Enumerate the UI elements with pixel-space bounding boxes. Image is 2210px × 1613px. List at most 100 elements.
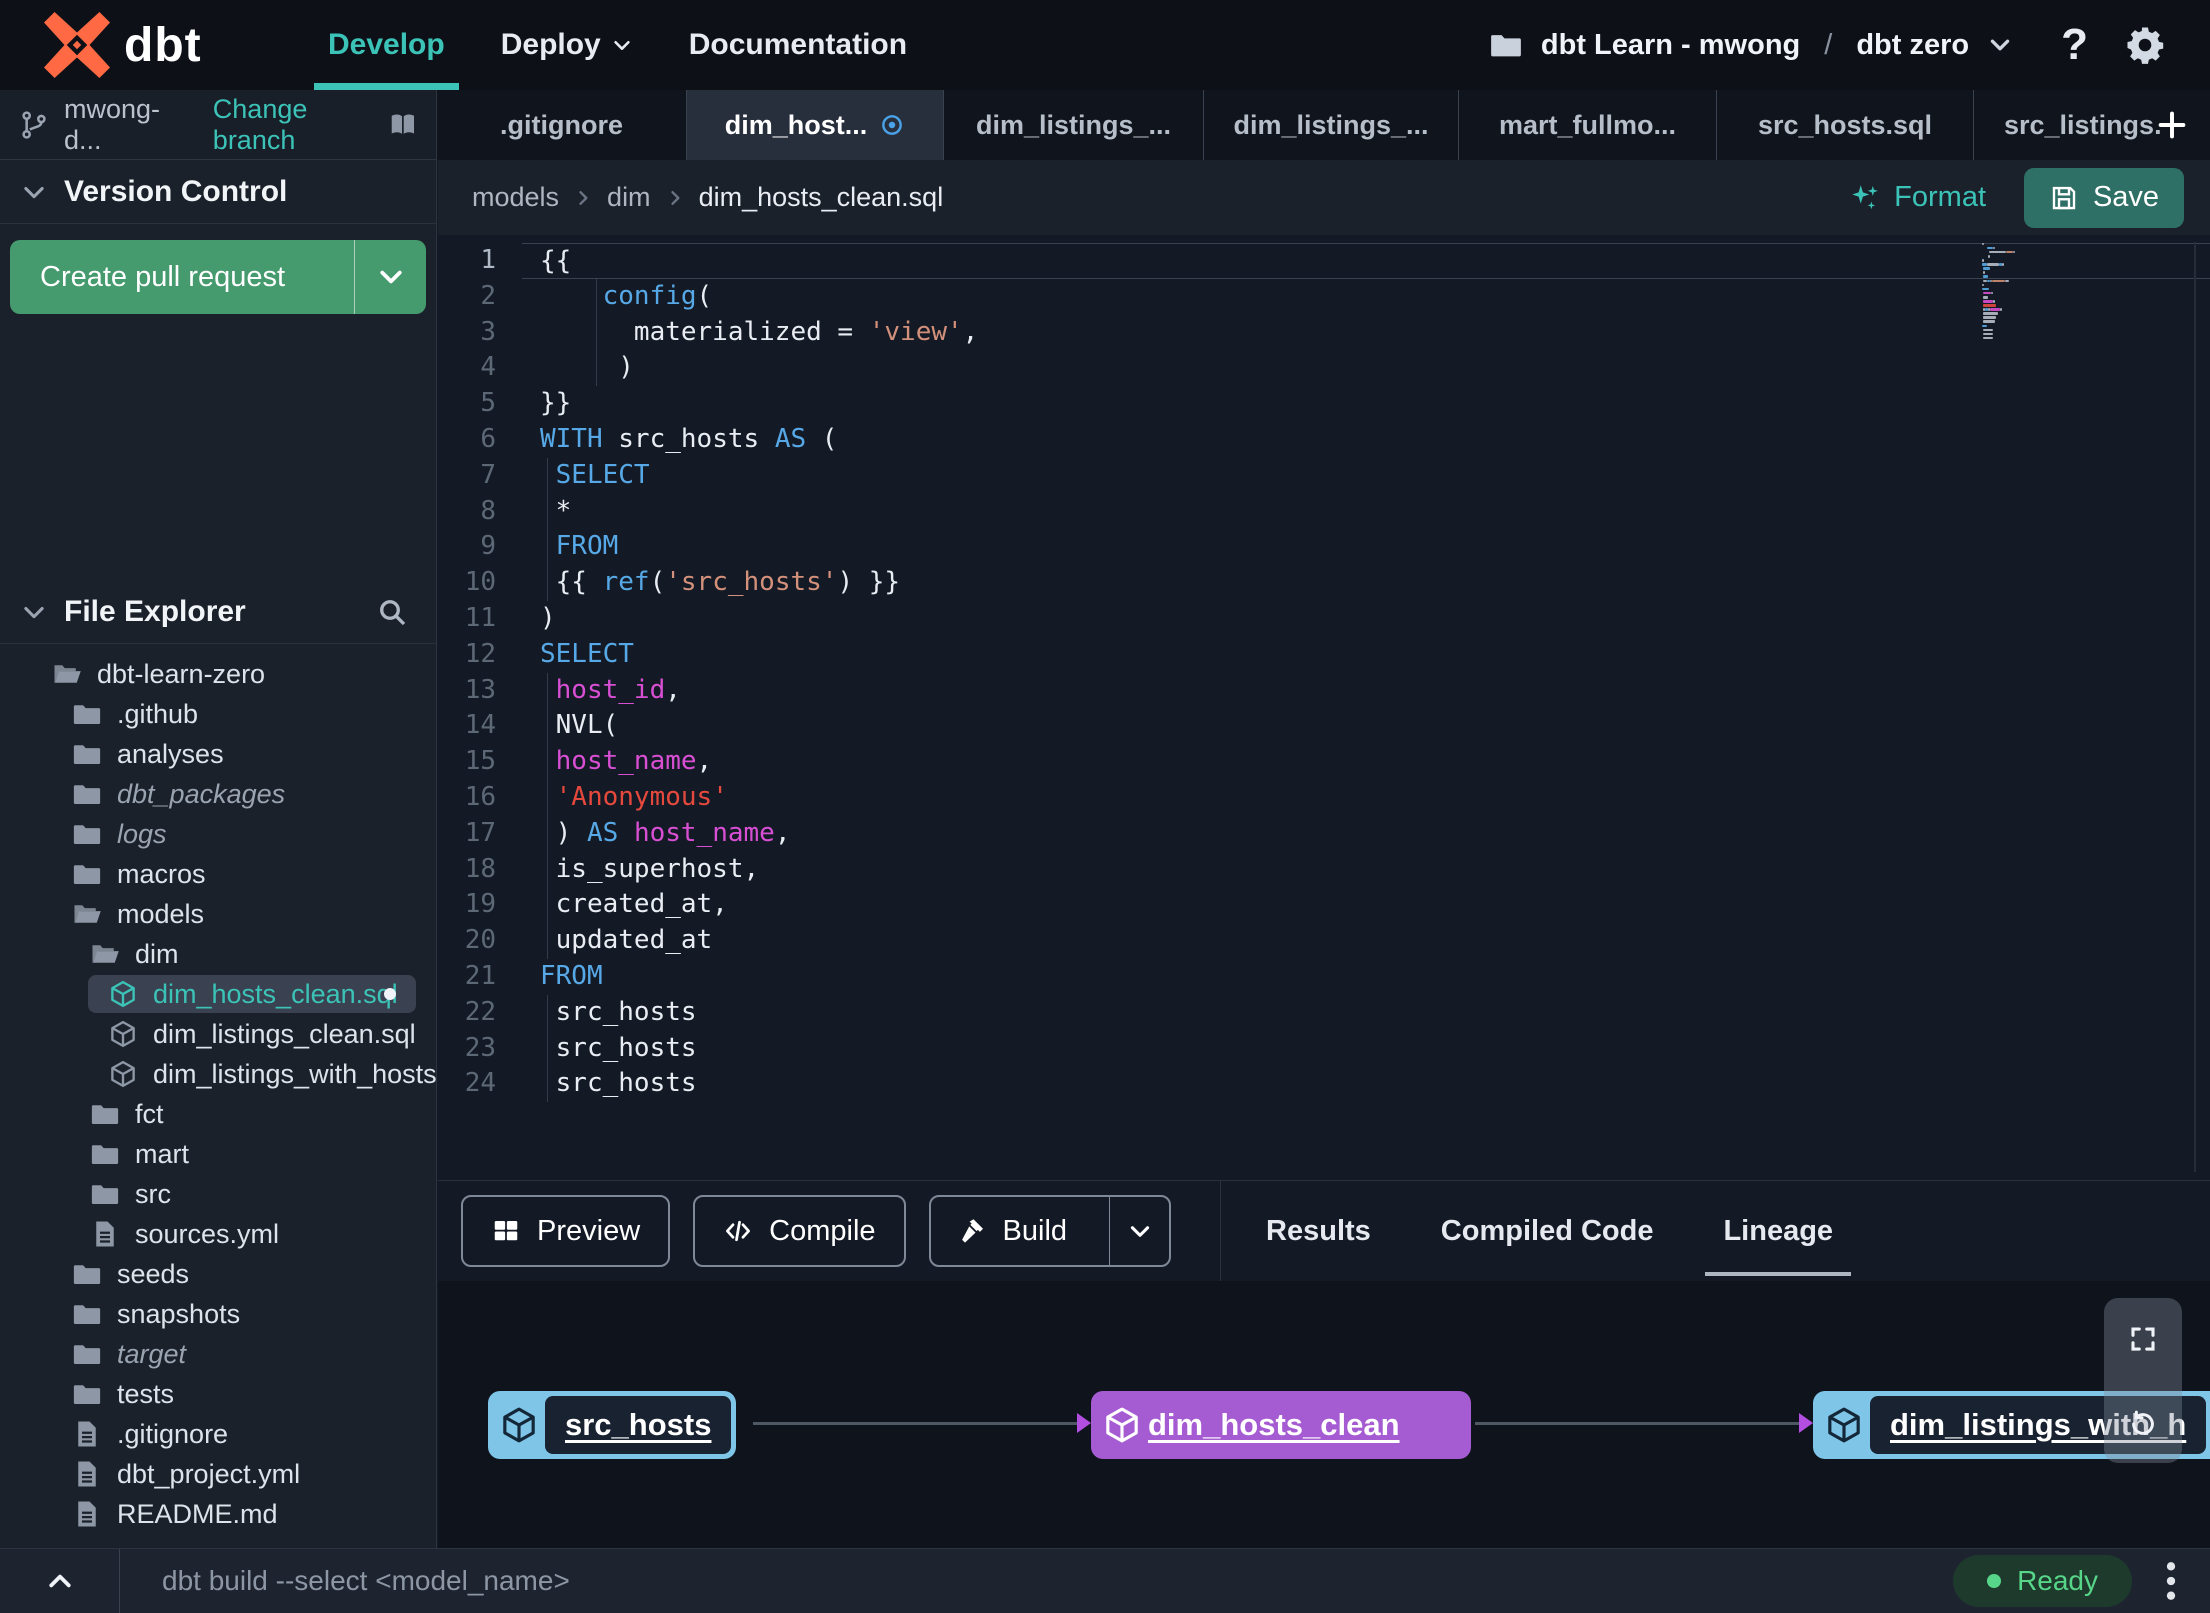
code-line-16[interactable]: 16 'Anonymous'	[438, 779, 2210, 816]
code-line-14[interactable]: 14 NVL(	[438, 708, 2210, 745]
tree-item-sources.yml[interactable]: sources.yml	[0, 1214, 436, 1254]
code-line-5[interactable]: 5}}	[438, 386, 2210, 422]
code-line-12[interactable]: 12 SELECT	[438, 637, 2210, 673]
docs-book-icon[interactable]	[388, 108, 418, 142]
build-dropdown[interactable]	[1109, 1197, 1169, 1265]
breadcrumb-item[interactable]: models	[472, 182, 559, 213]
breadcrumb-item[interactable]: dim	[607, 182, 651, 213]
tree-item-mart[interactable]: mart	[0, 1134, 436, 1174]
tree-item-.gitignore[interactable]: .gitignore	[0, 1414, 436, 1454]
code-line-23[interactable]: 23 src_hosts	[438, 1030, 2210, 1067]
lineage-node-dim_hosts_clean[interactable]: dim_hosts_clean	[1091, 1391, 1471, 1459]
code-line-4[interactable]: 4 )	[438, 350, 2210, 387]
lineage-node-src_hosts[interactable]: src_hosts	[488, 1391, 737, 1459]
project-name[interactable]: dbt zero	[1856, 29, 1969, 62]
editor-tab-dim_listings_...[interactable]: dim_listings_...	[1204, 90, 1459, 160]
preview-button[interactable]: Preview	[461, 1195, 671, 1267]
editor-tab-.gitignore[interactable]: .gitignore	[437, 90, 687, 160]
line-number: 8	[480, 495, 496, 526]
code-token: host_name	[633, 817, 775, 848]
code-line-3[interactable]: 3 materialized = 'view',	[438, 314, 2210, 351]
nav-item-deploy[interactable]: Deploy	[473, 0, 661, 90]
version-control-header[interactable]: Version Control	[0, 160, 436, 224]
build-button[interactable]: Build	[928, 1195, 1172, 1267]
tree-item-README.md[interactable]: README.md	[0, 1494, 436, 1534]
create-pull-request-button[interactable]: Create pull request	[10, 240, 426, 314]
code-line-17[interactable]: 17 ) AS host_name,	[438, 815, 2210, 852]
tree-item-fct[interactable]: fct	[0, 1094, 436, 1134]
breadcrumb-item[interactable]: dim_hosts_clean.sql	[699, 182, 944, 213]
code-line-1[interactable]: 1 {{	[438, 243, 2210, 279]
dbt-brand[interactable]: dbt	[0, 0, 260, 90]
create-pull-request-label: Create pull request	[40, 260, 286, 293]
save-button[interactable]: Save	[2024, 167, 2184, 228]
tree-item-macros[interactable]: macros	[0, 854, 436, 894]
code-line-8[interactable]: 8 *	[438, 493, 2210, 530]
code-editor[interactable]: 1{{2 config(3 materialized = 'view', 4 ) 5…	[438, 235, 2210, 1180]
tree-item-dim_listings_with_hosts...[interactable]: dim_listings_with_hosts...	[0, 1054, 436, 1094]
code-line-9[interactable]: 9 FROM	[438, 529, 2210, 566]
tree-item-target[interactable]: target	[0, 1334, 436, 1374]
compile-button[interactable]: Compile	[693, 1195, 906, 1267]
code-token: (	[696, 280, 713, 311]
refresh-icon[interactable]	[2128, 1409, 2158, 1439]
add-tab-button[interactable]	[2144, 90, 2200, 160]
folder-icon	[72, 859, 102, 889]
code-line-21[interactable]: 21 FROM	[438, 959, 2210, 995]
panel-tab-results[interactable]: Results	[1266, 1181, 1371, 1281]
code-line-24[interactable]: 24 src_hosts	[438, 1066, 2210, 1103]
code-line-7[interactable]: 7 SELECT	[438, 457, 2210, 494]
lineage-canvas[interactable]: dim_listings_with_h dim_hosts_clean src_ho…	[438, 1281, 2210, 1548]
settings-gear-icon[interactable]	[2124, 24, 2166, 66]
nav-item-develop[interactable]: Develop	[300, 0, 473, 90]
account-name[interactable]: dbt Learn - mwong	[1541, 29, 1800, 62]
tree-item-snapshots[interactable]: snapshots	[0, 1294, 436, 1334]
code-line-20[interactable]: 20 updated_at	[438, 923, 2210, 959]
kebab-menu-icon[interactable]	[2156, 1559, 2186, 1603]
tree-item-seeds[interactable]: seeds	[0, 1254, 436, 1294]
code-token: src_hosts	[540, 1068, 697, 1099]
code-line-2[interactable]: 2 config(	[438, 278, 2210, 315]
tree-item-dim_listings_clean.sql[interactable]: dim_listings_clean.sql	[0, 1014, 436, 1054]
code-line-18[interactable]: 18 is_superhost,	[438, 851, 2210, 888]
pull-request-dropdown[interactable]	[354, 240, 426, 314]
tree-item-tests[interactable]: tests	[0, 1374, 436, 1414]
panel-tab-compiled-code[interactable]: Compiled Code	[1441, 1181, 1654, 1281]
nav-item-documentation[interactable]: Documentation	[661, 0, 935, 90]
expand-command-bar-button[interactable]	[0, 1549, 120, 1613]
code-line-15[interactable]: 15 host_name,	[438, 744, 2210, 780]
code-line-10[interactable]: 10 {{ ref('src_hosts') }}	[438, 565, 2210, 601]
minimap[interactable]	[1982, 242, 2040, 340]
editor-tab-dim_host...[interactable]: dim_host...	[687, 90, 944, 160]
tree-item-dbt-learn-zero[interactable]: dbt-learn-zero	[0, 654, 436, 694]
code-line-19[interactable]: 19 created_at,	[438, 887, 2210, 924]
code-line-22[interactable]: 22 src_hosts	[438, 994, 2210, 1031]
panel-tab-lineage[interactable]: Lineage	[1705, 1181, 1851, 1281]
tree-item-logs[interactable]: logs	[0, 814, 436, 854]
tree-item-dim[interactable]: dim	[0, 934, 436, 974]
editor-scrollbar[interactable]	[2194, 242, 2196, 1172]
change-branch-link[interactable]: Change branch	[213, 94, 374, 156]
tree-item-dbt_project.yml[interactable]: dbt_project.yml	[0, 1454, 436, 1494]
chevron-down-icon[interactable]	[1987, 32, 2013, 58]
tree-item-src[interactable]: src	[0, 1174, 436, 1214]
file-explorer-header[interactable]: File Explorer	[0, 580, 436, 644]
fullscreen-icon[interactable]	[2128, 1324, 2158, 1354]
tree-item-dim_hosts_clean.sql[interactable]: dim_hosts_clean.sql	[0, 974, 436, 1014]
command-input[interactable]	[120, 1565, 1954, 1597]
help-icon[interactable]: ?	[2061, 20, 2088, 70]
folder-icon	[90, 1139, 120, 1169]
search-icon[interactable]	[376, 596, 408, 628]
tree-item-models[interactable]: models	[0, 894, 436, 934]
minimap-line	[1982, 336, 2040, 340]
editor-tab-mart_fullmo...[interactable]: mart_fullmo...	[1459, 90, 1717, 160]
editor-tab-src_hosts.sql[interactable]: src_hosts.sql	[1717, 90, 1974, 160]
tree-item-.github[interactable]: .github	[0, 694, 436, 734]
code-line-13[interactable]: 13 host_id,	[438, 672, 2210, 709]
tree-item-dbt_packages[interactable]: dbt_packages	[0, 774, 436, 814]
editor-tab-dim_listings_...[interactable]: dim_listings_...	[944, 90, 1204, 160]
tree-item-analyses[interactable]: analyses	[0, 734, 436, 774]
format-button[interactable]: Format	[1828, 181, 2006, 215]
code-line-6[interactable]: 6 WITH src_hosts AS (	[438, 422, 2210, 458]
code-line-11[interactable]: 11)	[438, 601, 2210, 637]
